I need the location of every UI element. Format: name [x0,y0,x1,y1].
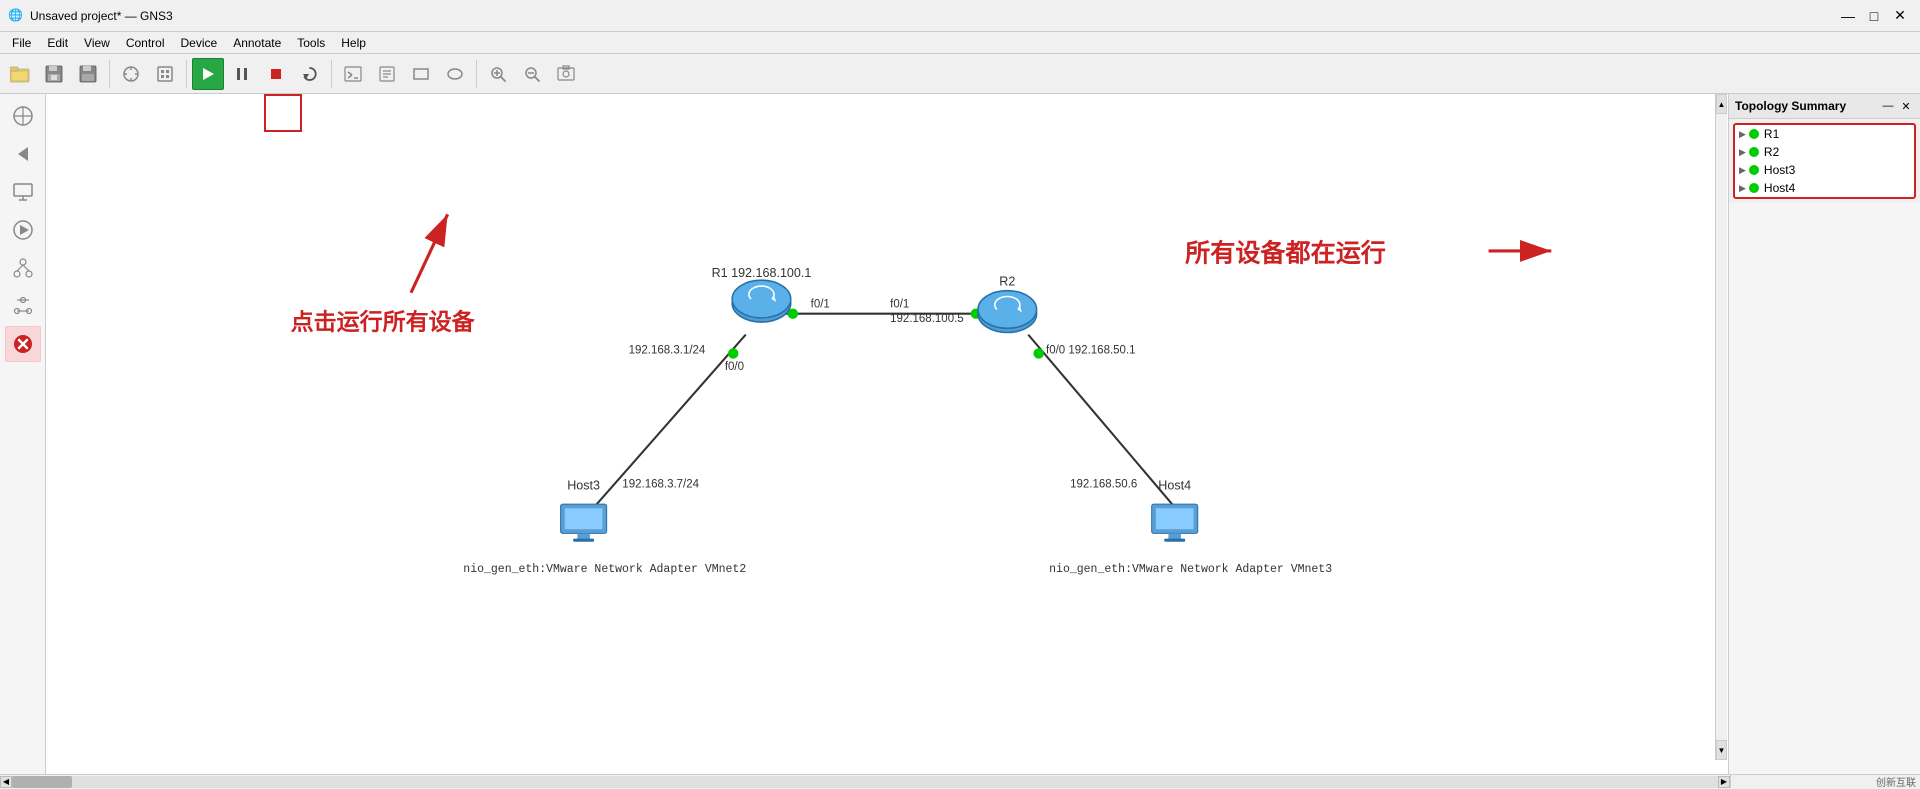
separator-4 [476,60,477,88]
status-dot-r2 [1749,147,1759,157]
monitor-button[interactable] [5,174,41,210]
svg-text:f0/1: f0/1 [890,298,909,310]
add-ellipse-button[interactable] [439,58,471,90]
topology-item-host3[interactable]: ▶ Host3 [1735,161,1914,179]
separator-2 [186,60,187,88]
menu-bar: File Edit View Control Device Annotate T… [0,32,1920,54]
menu-device[interactable]: Device [173,34,226,52]
network-diagram: R1 192.168.100.1 R2 Host3 Host4 f0/1 f0/… [46,94,1728,774]
scroll-left-button[interactable]: ◀ [0,776,12,788]
svg-text:R2: R2 [999,274,1015,288]
save-as-button[interactable] [72,58,104,90]
svg-text:f0/0 192.168.50.1: f0/0 192.168.50.1 [1046,344,1136,356]
topology-close-button[interactable]: ✕ [1898,98,1914,114]
cluster-button[interactable] [5,250,41,286]
scroll-up-button[interactable]: ▲ [1716,94,1727,114]
svg-text:点击运行所有设备: 点击运行所有设备 [291,308,476,334]
svg-text:f0/1: f0/1 [811,298,830,310]
device-label-r1: R1 [1764,127,1779,141]
move-select-button[interactable] [5,98,41,134]
error-button[interactable] [5,326,41,362]
device-label-r2: R2 [1764,145,1779,159]
vertical-scrollbar[interactable]: ▲ ▼ [1715,94,1727,760]
topology-empty-space [1729,203,1920,774]
app-icon: 🌐 [8,8,24,24]
minimize-button[interactable]: — [1836,4,1860,28]
horizontal-scroll-track[interactable] [12,776,1718,788]
menu-file[interactable]: File [4,34,39,52]
settings-button[interactable] [5,288,41,324]
toolbar [0,54,1920,94]
main-layout: R1 192.168.100.1 R2 Host3 Host4 f0/1 f0/… [0,94,1920,774]
back-button[interactable] [5,136,41,172]
close-button[interactable]: ✕ [1888,4,1912,28]
brand-logo: 创新互联 [1876,774,1916,789]
svg-text:R1 192.168.100.1: R1 192.168.100.1 [712,266,812,280]
menu-control[interactable]: Control [118,34,173,52]
save-button[interactable] [38,58,70,90]
separator-3 [331,60,332,88]
menu-tools[interactable]: Tools [289,34,333,52]
svg-text:所有设备都在运行: 所有设备都在运行 [1185,239,1386,267]
device-label-host4: Host4 [1764,181,1795,195]
chevron-host3: ▶ [1739,165,1746,176]
preferences-button[interactable] [115,58,147,90]
stop-all-button[interactable] [260,58,292,90]
device-list-container: ▶ R1 ▶ R2 ▶ Host3 ▶ Host4 [1733,123,1916,199]
svg-text:nio_gen_eth:VMware Network Ada: nio_gen_eth:VMware Network Adapter VMnet… [463,563,746,576]
svg-text:Host3: Host3 [567,478,600,492]
reload-all-button[interactable] [294,58,326,90]
scroll-right-button[interactable]: ▶ [1718,776,1730,788]
svg-text:192.168.100.5: 192.168.100.5 [890,313,964,325]
status-bar-right: 创新互联 [1730,775,1920,788]
left-sidebar [0,94,46,774]
chevron-r2: ▶ [1739,147,1746,158]
status-dot-host4 [1749,183,1759,193]
scroll-down-button[interactable]: ▼ [1716,740,1727,760]
status-dot-host3 [1749,165,1759,175]
topology-panel-header: Topology Summary — ✕ [1729,94,1920,119]
svg-text:f0/0: f0/0 [725,361,744,373]
horizontal-scroll-thumb[interactable] [12,776,72,788]
menu-edit[interactable]: Edit [39,34,76,52]
separator-1 [109,60,110,88]
svg-text:nio_gen_eth:VMware Network Ada: nio_gen_eth:VMware Network Adapter VMnet… [1049,563,1332,576]
sidebar-play-button[interactable] [5,212,41,248]
menu-annotate[interactable]: Annotate [225,34,289,52]
manage-appliances-button[interactable] [149,58,181,90]
topology-item-r1[interactable]: ▶ R1 [1735,125,1914,143]
chevron-r1: ▶ [1739,129,1746,140]
svg-text:Host4: Host4 [1158,478,1191,492]
zoom-out-button[interactable] [516,58,548,90]
svg-text:192.168.3.1/24: 192.168.3.1/24 [629,344,706,356]
right-panel: Topology Summary — ✕ ▶ R1 ▶ R2 ▶ [1728,94,1920,774]
menu-view[interactable]: View [76,34,118,52]
start-all-button[interactable] [192,58,224,90]
bottom-bar: ◀ ▶ 创新互联 [0,774,1920,788]
menu-help[interactable]: Help [333,34,374,52]
chevron-host4: ▶ [1739,183,1746,194]
svg-text:192.168.3.7/24: 192.168.3.7/24 [622,478,699,490]
canvas-area[interactable]: R1 192.168.100.1 R2 Host3 Host4 f0/1 f0/… [46,94,1728,774]
suspend-all-button[interactable] [226,58,258,90]
window-title: Unsaved project* — GNS3 [30,9,173,23]
svg-text:192.168.50.6: 192.168.50.6 [1070,478,1137,490]
add-note-button[interactable] [371,58,403,90]
device-label-host3: Host3 [1764,163,1795,177]
status-dot-r1 [1749,129,1759,139]
scroll-track [1716,114,1727,740]
add-rect-button[interactable] [405,58,437,90]
maximize-button[interactable]: □ [1862,4,1886,28]
screenshot-button[interactable] [550,58,582,90]
console-button[interactable] [337,58,369,90]
topology-title: Topology Summary [1735,99,1846,113]
topology-item-host4[interactable]: ▶ Host4 [1735,179,1914,197]
topology-item-r2[interactable]: ▶ R2 [1735,143,1914,161]
window-controls: — □ ✕ [1836,4,1912,28]
topology-minimize-button[interactable]: — [1880,98,1896,114]
zoom-in-button[interactable] [482,58,514,90]
open-folder-button[interactable] [4,58,36,90]
title-bar: 🌐 Unsaved project* — GNS3 — □ ✕ [0,0,1920,32]
